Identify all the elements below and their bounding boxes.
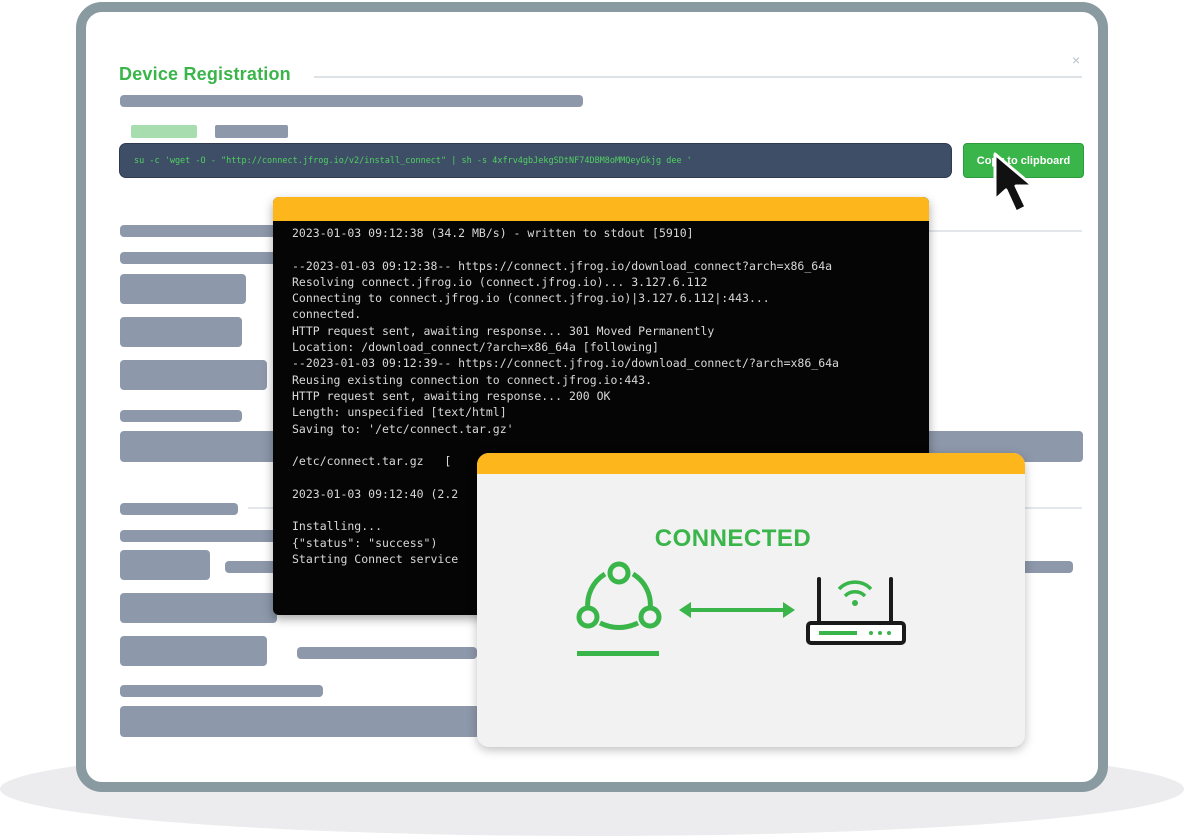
terminal-line: HTTP request sent, awaiting response... … [292, 323, 715, 338]
field-box-placeholder[interactable] [120, 636, 267, 666]
field-label-placeholder [120, 530, 280, 542]
install-command-field[interactable]: su -c 'wget -O - "http://connect.jfrog.i… [119, 143, 952, 178]
field-box-placeholder[interactable] [120, 593, 277, 623]
terminal-line: connected. [292, 307, 362, 322]
description-placeholder [120, 95, 583, 107]
tab-active[interactable] [131, 125, 197, 138]
inline-text-placeholder [297, 647, 477, 659]
field-box-placeholder[interactable] [120, 550, 210, 580]
field-label-placeholder [120, 252, 280, 264]
terminal-line: Reusing existing connection to connect.j… [292, 372, 653, 387]
field-label-placeholder [120, 685, 323, 697]
terminal-line: 2023-01-03 09:12:38 (34.2 MB/s) - writte… [292, 226, 694, 240]
terminal-line: HTTP request sent, awaiting response... … [292, 388, 611, 403]
terminal-line: --2023-01-03 09:12:38-- https://connect.… [292, 258, 833, 273]
terminal-line: --2023-01-03 09:12:39-- https://connect.… [292, 356, 839, 371]
close-icon[interactable]: × [1072, 52, 1080, 68]
tab-inactive[interactable] [215, 125, 288, 138]
title-divider [314, 76, 1082, 78]
connected-status-text: CONNECTED [654, 525, 812, 552]
wide-field-placeholder[interactable] [120, 706, 480, 737]
field-label-placeholder [120, 410, 242, 422]
section-label-placeholder [120, 225, 280, 237]
field-box-placeholder[interactable] [120, 317, 242, 347]
connect-hub-icon [576, 561, 662, 656]
dialog-title: Device Registration [119, 64, 291, 84]
connection-status-card: CONNECTED [477, 453, 1025, 747]
mouse-pointer-icon [993, 152, 1035, 214]
terminal-title-bar [273, 197, 929, 221]
double-arrow-icon [679, 602, 795, 618]
field-box-placeholder[interactable] [120, 274, 246, 304]
router-wifi-icon [806, 577, 906, 645]
field-box-placeholder[interactable] [120, 360, 267, 390]
card-header-bar [477, 453, 1025, 474]
terminal-line: Length: unspecified [text/html] [292, 405, 507, 420]
section-label-placeholder [120, 503, 238, 515]
terminal-line: Connecting to connect.jfrog.io (connect.… [292, 291, 770, 306]
terminal-line: Saving to: '/etc/connect.tar.gz' [292, 421, 514, 436]
device-frame: Device Registration × su -c 'wget -O - "… [76, 2, 1108, 792]
terminal-line: Resolving connect.jfrog.io (connect.jfro… [292, 274, 708, 289]
terminal-line: Location: /download_connect/?arch=x86_64… [292, 340, 659, 355]
